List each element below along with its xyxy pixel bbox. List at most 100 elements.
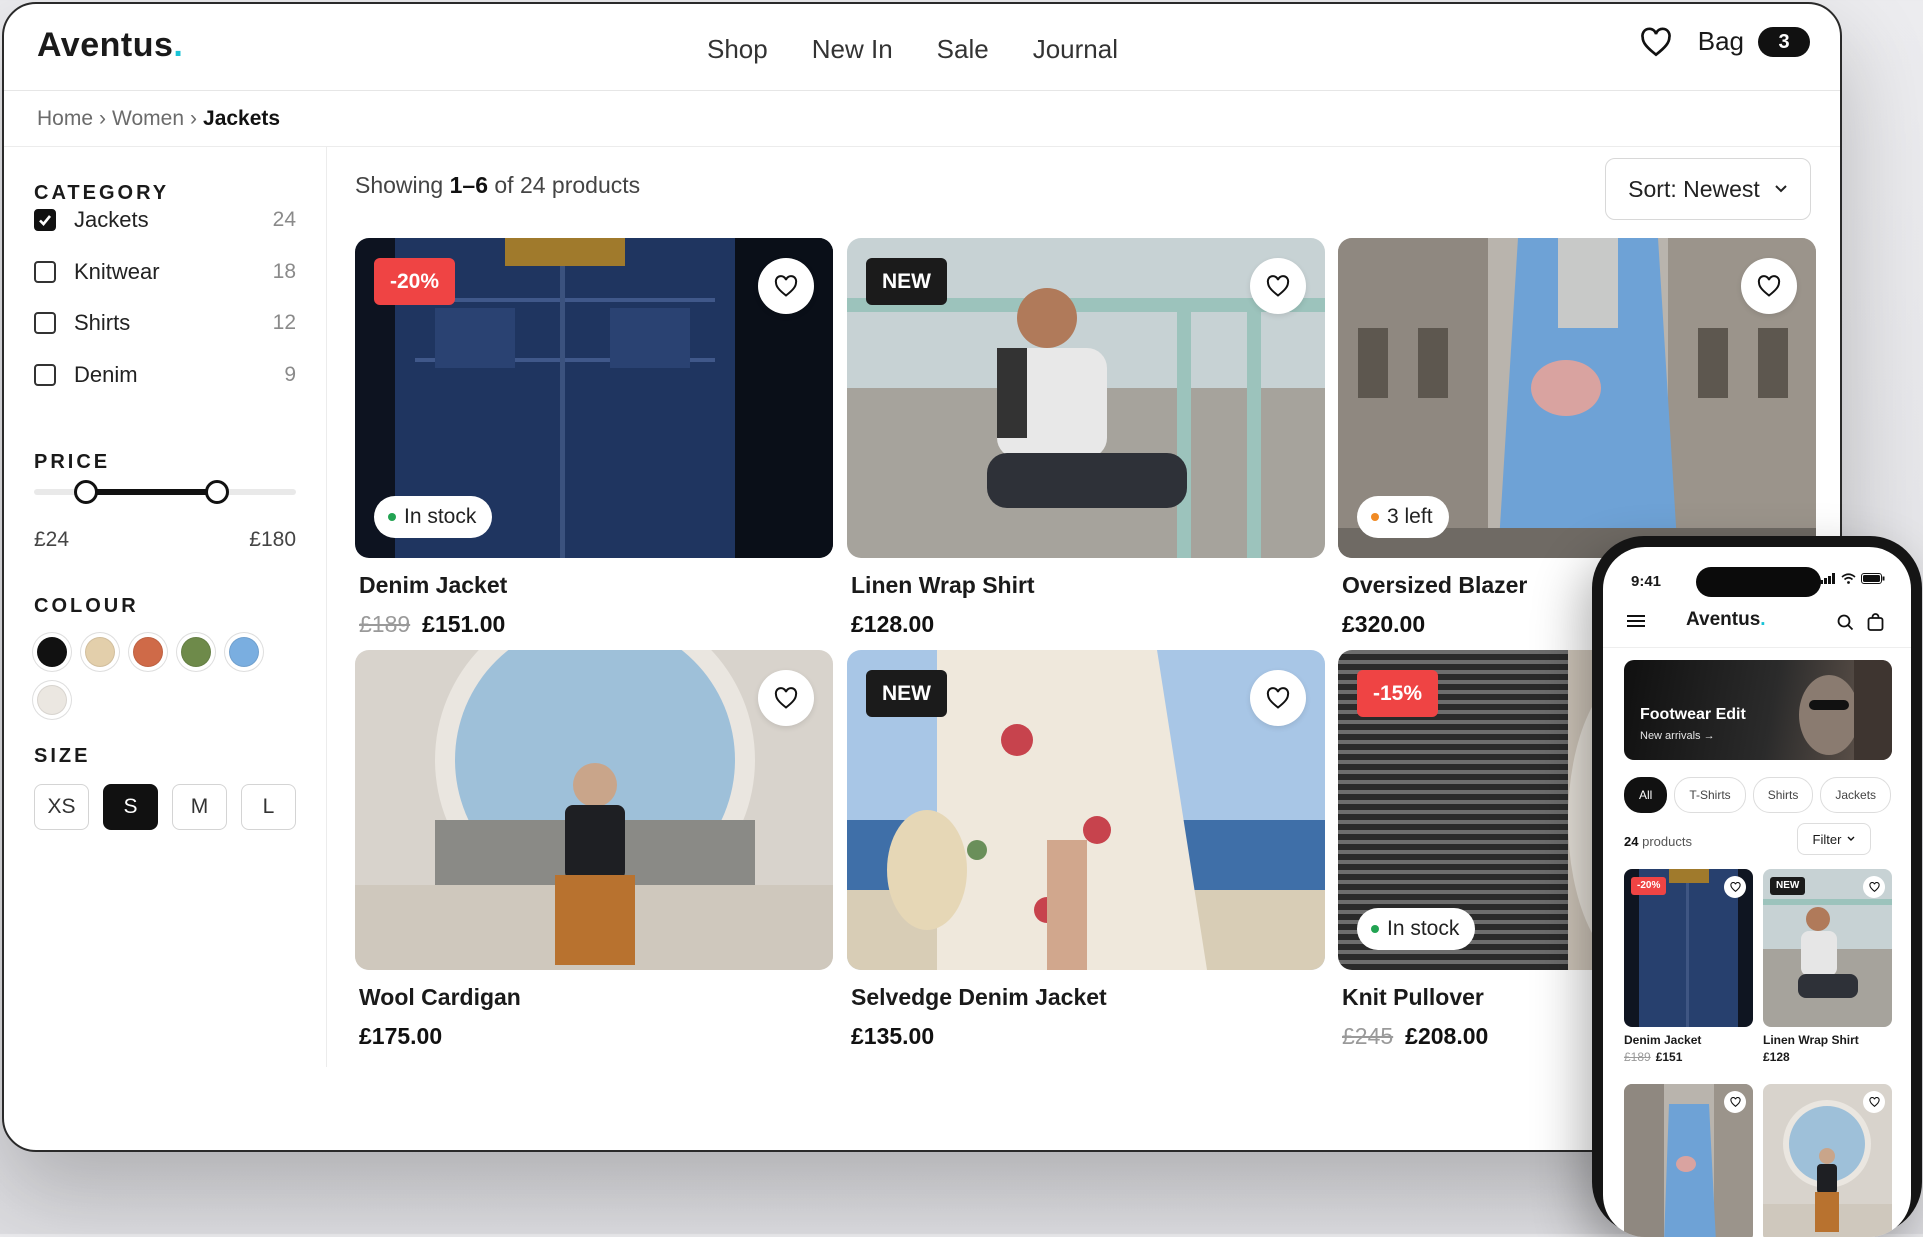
mobile-product-card[interactable]: NEW Linen Wrap Shirt £128 [1763, 869, 1892, 1064]
category-denim[interactable]: Denim 9 [34, 359, 296, 391]
product-name[interactable]: Denim Jacket [1624, 1033, 1753, 1047]
product-price: £189 £151.00 [359, 611, 506, 637]
category-jackets[interactable]: Jackets 24 [34, 204, 296, 236]
chevron-down-icon [1847, 836, 1855, 841]
nav-new-in[interactable]: New In [812, 34, 893, 65]
product-name[interactable]: Linen Wrap Shirt [851, 572, 1325, 599]
wifi-icon [1841, 573, 1856, 584]
wishlist-heart-icon[interactable] [1250, 258, 1306, 314]
breadcrumb-home[interactable]: Home [37, 107, 93, 130]
nav-journal[interactable]: Journal [1033, 34, 1118, 65]
wishlist-heart-icon[interactable] [1724, 1091, 1746, 1113]
nav-sale[interactable]: Sale [937, 34, 989, 65]
promo-banner[interactable]: Footwear Edit New arrivals → [1624, 660, 1892, 760]
stock-dot-icon [388, 513, 396, 521]
wishlist-heart-icon[interactable] [1863, 1091, 1885, 1113]
wishlist-heart-icon[interactable] [1741, 258, 1797, 314]
size-s-button[interactable]: S [103, 784, 158, 830]
mobile-results-count: 24 products [1624, 834, 1692, 849]
size-m-button[interactable]: M [172, 784, 227, 830]
price-max-handle[interactable] [205, 480, 230, 504]
product-name[interactable]: Selvedge Denim Jacket [851, 984, 1325, 1011]
discount-badge: -20% [374, 258, 456, 305]
new-badge: NEW [1770, 877, 1806, 895]
mobile-product-card[interactable] [1763, 1084, 1892, 1237]
product-image[interactable]: NEW [1763, 869, 1892, 1027]
brand-logo[interactable]: Aventus. [37, 26, 183, 65]
wishlist-icon[interactable] [1640, 26, 1672, 57]
category-chips: All T-Shirts Shirts Jackets [1624, 777, 1892, 813]
product-name[interactable]: Linen Wrap Shirt [1763, 1033, 1892, 1047]
mobile-product-card[interactable]: -20% Denim Jacket £189 £151 [1624, 869, 1753, 1064]
colour-swatch-cream[interactable] [37, 685, 67, 715]
chip-shirts[interactable]: Shirts [1752, 777, 1814, 813]
stock-dot-icon [1371, 925, 1379, 933]
size-xs-button[interactable]: XS [34, 784, 89, 830]
product-image[interactable] [355, 650, 833, 970]
product-price: £128 [1763, 1050, 1790, 1064]
new-badge: NEW [866, 258, 947, 305]
checkbox-icon[interactable] [34, 261, 56, 283]
chip-jackets[interactable]: Jackets [1820, 777, 1892, 813]
filter-button[interactable]: Filter [1797, 823, 1871, 855]
product-card[interactable]: NEW Selvedge Denim Jacket £135.00 [847, 650, 1325, 1050]
price-min-handle[interactable] [74, 480, 99, 504]
product-image[interactable]: -20% In stock [355, 238, 833, 558]
hamburger-menu-icon[interactable] [1627, 614, 1645, 633]
phone-screen: 9:41 Aventus. Footwear Edit New arrivals… [1603, 547, 1911, 1237]
product-image[interactable]: 3 left [1338, 238, 1816, 558]
colour-swatch-sand[interactable] [85, 637, 115, 667]
product-card[interactable]: -20% In stock Denim Jacket £189 £151.00 [355, 238, 833, 638]
size-l-button[interactable]: L [241, 784, 296, 830]
wishlist-heart-icon[interactable] [758, 258, 814, 314]
product-name[interactable]: Denim Jacket [359, 572, 833, 599]
battery-icon [1861, 573, 1885, 584]
product-price: £135.00 [851, 1023, 935, 1049]
product-image[interactable]: -20% [1624, 869, 1753, 1027]
category-shirts[interactable]: Shirts 12 [34, 307, 296, 339]
price-min-label: £24 [34, 528, 70, 551]
checkbox-checked-icon[interactable] [34, 209, 56, 231]
product-image[interactable] [1763, 1084, 1892, 1237]
banner-link[interactable]: New arrivals → [1640, 730, 1715, 742]
product-card[interactable]: NEW Linen Wrap Shirt £128.00 [847, 238, 1325, 638]
colour-swatch-rust[interactable] [133, 637, 163, 667]
stock-badge: 3 left [1357, 496, 1449, 538]
bag-label: Bag [1697, 26, 1744, 56]
wishlist-heart-icon[interactable] [1863, 876, 1885, 898]
checkbox-icon[interactable] [34, 364, 56, 386]
wishlist-heart-icon[interactable] [1250, 670, 1306, 726]
wishlist-heart-icon[interactable] [758, 670, 814, 726]
wishlist-heart-icon[interactable] [1724, 876, 1746, 898]
nav-shop[interactable]: Shop [707, 34, 768, 65]
product-price: £175.00 [359, 1023, 443, 1049]
colour-swatch-sky[interactable] [229, 637, 259, 667]
chip-all[interactable]: All [1624, 777, 1668, 813]
mobile-product-card[interactable] [1624, 1084, 1753, 1237]
mobile-brand-logo[interactable]: Aventus. [1686, 609, 1766, 631]
product-card[interactable]: Wool Cardigan £175.00 [355, 650, 833, 1050]
product-image[interactable]: NEW [847, 238, 1325, 558]
breadcrumb-women[interactable]: Women [112, 107, 184, 130]
breadcrumb-current: Jackets [203, 107, 281, 130]
product-name[interactable]: Wool Cardigan [359, 984, 833, 1011]
category-knitwear[interactable]: Knitwear 18 [34, 256, 296, 288]
chip-tshirts[interactable]: T-Shirts [1674, 777, 1746, 813]
colour-swatch-black[interactable] [37, 637, 67, 667]
main-nav: Shop New In Sale Journal [707, 34, 1118, 65]
dynamic-island [1696, 567, 1821, 597]
size-title: SIZE [34, 745, 91, 767]
product-image[interactable] [1624, 1084, 1753, 1237]
phone-mockup: 9:41 Aventus. Footwear Edit New arrivals… [1592, 536, 1922, 1237]
bag-button[interactable]: Bag 3 [1698, 26, 1810, 57]
product-price: £128.00 [851, 611, 935, 637]
product-image[interactable]: NEW [847, 650, 1325, 970]
sort-dropdown[interactable]: Sort: Newest [1605, 158, 1811, 220]
colour-swatch-olive[interactable] [181, 637, 211, 667]
price-slider[interactable] [34, 480, 296, 504]
colour-title: COLOUR [34, 595, 139, 617]
checkbox-icon[interactable] [34, 312, 56, 334]
search-icon[interactable] [1837, 614, 1854, 636]
shopping-bag-icon[interactable] [1867, 613, 1884, 636]
stock-dot-icon [1371, 513, 1379, 521]
